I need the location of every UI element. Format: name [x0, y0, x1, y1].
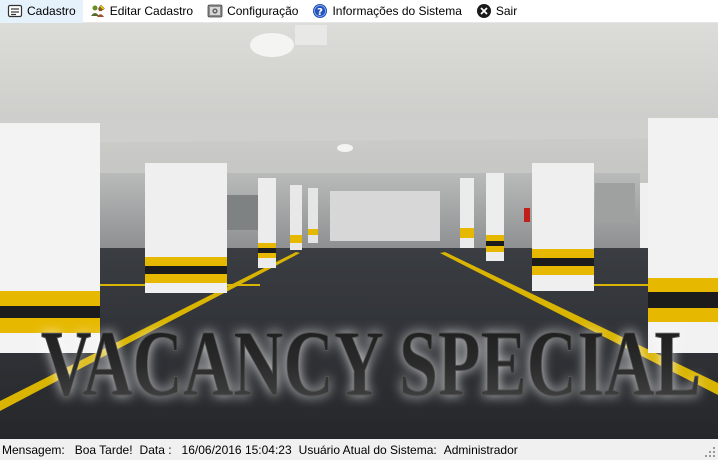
menu-informacoes-sistema-label: Informações do Sistema — [332, 4, 462, 18]
date-label: Data : — [139, 442, 172, 457]
menu-configuracao[interactable]: Configuração — [200, 0, 305, 23]
menu-editar-cadastro-label: Editar Cadastro — [109, 4, 194, 18]
resize-grip-icon[interactable] — [704, 446, 716, 458]
user-label: Usuário Atual do Sistema: — [298, 442, 437, 457]
menu-cadastro-label: Cadastro — [27, 4, 76, 18]
menu-sair[interactable]: Sair — [469, 0, 524, 23]
menu-informacoes-sistema[interactable]: ? Informações do Sistema — [305, 0, 468, 23]
user-value: Administrador — [443, 442, 518, 457]
message-value: Boa Tarde! — [74, 442, 133, 457]
form-icon — [7, 3, 23, 19]
parking-garage-banner: VACANCY SPECIAL VACANCY SPECIAL — [0, 23, 718, 439]
message-label: Mensagem: — [2, 442, 65, 457]
settings-icon — [207, 3, 223, 19]
svg-text:?: ? — [318, 7, 324, 18]
edit-users-icon — [90, 3, 106, 19]
banner-title: VACANCY SPECIAL — [41, 312, 701, 416]
menu-editar-cadastro[interactable]: Editar Cadastro — [83, 0, 200, 23]
menu-configuracao-label: Configuração — [227, 4, 299, 18]
status-bar: Mensagem: Boa Tarde! Data : 16/06/2016 1… — [0, 439, 718, 460]
menu-bar: Cadastro Editar Cadastro Configuração ? … — [0, 0, 718, 23]
exit-icon — [476, 3, 492, 19]
menu-sair-label: Sair — [495, 4, 518, 18]
date-value: 16/06/2016 15:04:23 — [181, 442, 292, 457]
help-icon: ? — [312, 3, 328, 19]
menu-cadastro[interactable]: Cadastro — [0, 0, 83, 23]
parking-garage-image: VACANCY SPECIAL VACANCY SPECIAL — [0, 23, 718, 439]
